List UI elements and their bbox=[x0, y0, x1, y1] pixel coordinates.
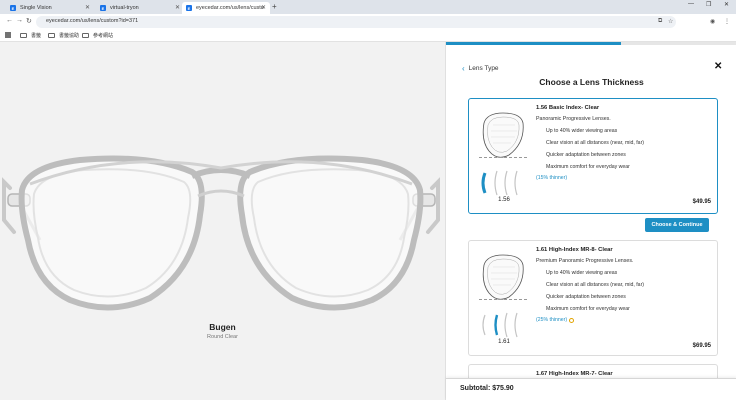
tab-label: Single Vision bbox=[20, 5, 52, 11]
close-panel-button[interactable]: ✕ bbox=[714, 61, 722, 72]
back-label: Lens Type bbox=[468, 65, 499, 72]
folder-icon bbox=[82, 33, 89, 38]
feature-item: Maximum comfort for everyday wear bbox=[546, 306, 630, 312]
close-window-icon[interactable]: ✕ bbox=[724, 1, 729, 8]
product-subtitle: Round Clear bbox=[207, 334, 238, 340]
tab-label: virtual-tryon bbox=[110, 5, 139, 11]
site-favicon-icon: E bbox=[100, 5, 106, 11]
browser-tab-virtual-tryon[interactable]: E virtual-tryon ✕ bbox=[96, 2, 184, 14]
info-icon[interactable] bbox=[569, 317, 575, 323]
bookmark-label: 書籤協助 bbox=[59, 33, 80, 39]
thinner-note: (25% thinner) bbox=[536, 317, 716, 323]
feature-item: Up to 40% wider viewing areas bbox=[546, 128, 618, 134]
lens-option-card-1-61[interactable]: 1.61 1.61 High-Index MR-8- Clear Premium… bbox=[468, 240, 718, 356]
reload-icon[interactable]: ↻ bbox=[26, 17, 32, 25]
divider-line bbox=[479, 157, 527, 158]
minimize-window-icon[interactable]: — bbox=[688, 1, 694, 7]
close-tab-icon[interactable]: ✕ bbox=[175, 4, 180, 11]
translate-icon[interactable]: ⧉ bbox=[658, 18, 662, 25]
feature-item: Maximum comfort for everyday wear bbox=[546, 164, 630, 170]
thinner-text: (15% thinner) bbox=[536, 175, 568, 181]
bookmark-folder-2[interactable]: 書籤協助 bbox=[48, 32, 79, 39]
lens-option-price: $49.95 bbox=[692, 199, 711, 205]
forward-arrow-icon[interactable]: → bbox=[16, 17, 23, 24]
folder-icon bbox=[20, 33, 27, 38]
browser-tab-bar: E Single Vision ✕ E virtual-tryon ✕ E ey… bbox=[0, 0, 736, 14]
bookmark-label: 書籤 bbox=[31, 33, 42, 39]
thickness-label: 1.61 bbox=[498, 339, 510, 345]
site-favicon-icon: E bbox=[186, 5, 192, 11]
feature-item: Up to 40% wider viewing areas bbox=[546, 270, 618, 276]
lens-option-subtitle: Premium Panoramic Progressive Lenses. bbox=[536, 258, 634, 264]
site-favicon-icon: E bbox=[10, 5, 16, 11]
folder-icon bbox=[48, 33, 55, 38]
new-tab-button[interactable]: + bbox=[272, 2, 277, 11]
bookmarks-bar: 書籤 書籤協助 参考網站 bbox=[0, 30, 736, 42]
profile-avatar-icon[interactable]: ◉ bbox=[710, 18, 715, 25]
lens-option-price: $69.95 bbox=[692, 343, 711, 349]
choose-and-continue-button[interactable]: Choose & Continue bbox=[645, 218, 709, 232]
divider-line bbox=[479, 299, 527, 300]
panel-title: Choose a Lens Thickness bbox=[539, 77, 644, 87]
browser-tab-single-vision[interactable]: E Single Vision ✕ bbox=[6, 2, 94, 14]
address-bar-url: eyecedar.com/us/lens/custom?id=371 bbox=[46, 18, 139, 24]
lens-option-title: 1.56 Basic Index- Clear bbox=[536, 105, 600, 111]
more-menu-icon[interactable]: ⋮ bbox=[724, 18, 730, 25]
feature-item: Clear vision at all distances (near, mid… bbox=[546, 140, 645, 146]
bookmark-star-icon[interactable]: ☆ bbox=[668, 18, 673, 25]
thinner-note: (15% thinner) bbox=[536, 175, 716, 181]
apps-grid-icon[interactable] bbox=[5, 32, 11, 38]
feature-item: Clear vision at all distances (near, mid… bbox=[546, 282, 645, 288]
lens-option-title: 1.67 High-Index MR-7- Clear bbox=[536, 371, 613, 377]
tab-label: eyecedar.com/us/lens/custo bbox=[196, 5, 264, 11]
address-bar[interactable]: eyecedar.com/us/lens/custom?id=371 ⧉ ☆ bbox=[36, 16, 676, 28]
lens-shape-icon bbox=[482, 254, 524, 338]
progress-bar bbox=[446, 42, 736, 45]
product-name: Bugen bbox=[209, 322, 236, 332]
bookmark-label: 参考網站 bbox=[93, 33, 114, 39]
lens-options-panel: ‹ Lens Type ✕ Choose a Lens Thickness 1.… bbox=[445, 42, 736, 400]
back-arrow-icon[interactable]: ← bbox=[6, 17, 13, 24]
close-tab-icon[interactable]: ✕ bbox=[85, 4, 90, 11]
lens-option-title: 1.61 High-Index MR-8- Clear bbox=[536, 247, 613, 253]
thickness-label: 1.56 bbox=[498, 197, 510, 203]
browser-tab-active[interactable]: E eyecedar.com/us/lens/custo ✕ bbox=[182, 2, 270, 14]
bookmark-folder-3[interactable]: 参考網站 bbox=[82, 32, 113, 39]
back-to-lens-type-link[interactable]: ‹ Lens Type bbox=[462, 64, 499, 73]
feature-item: Quicker adaptation between zones bbox=[546, 152, 626, 158]
lens-shape-icon bbox=[481, 112, 524, 196]
subtotal-text: Subtotal: $75.90 bbox=[460, 385, 514, 392]
maximize-window-icon[interactable]: ❐ bbox=[706, 1, 711, 8]
progress-bar-fill bbox=[446, 42, 621, 45]
feature-item: Quicker adaptation between zones bbox=[546, 294, 626, 300]
browser-toolbar: ← → ↻ eyecedar.com/us/lens/custom?id=371… bbox=[0, 14, 736, 30]
eyeglasses-image bbox=[2, 155, 440, 311]
lens-option-info: 1.56 Basic Index- Clear Panoramic Progre… bbox=[536, 105, 716, 181]
subtotal-bar: Subtotal: $75.90 bbox=[446, 378, 736, 400]
lens-option-info: 1.61 High-Index MR-8- Clear Premium Pano… bbox=[536, 247, 716, 323]
lens-option-subtitle: Panoramic Progressive Lenses. bbox=[536, 116, 611, 122]
bookmark-folder-1[interactable]: 書籤 bbox=[20, 32, 41, 39]
thinner-text: (25% thinner) bbox=[536, 317, 568, 323]
chevron-left-icon: ‹ bbox=[462, 64, 465, 73]
close-tab-icon[interactable]: ✕ bbox=[261, 4, 266, 11]
lens-option-card-1-56[interactable]: 1.56 1.56 Basic Index- Clear Panoramic P… bbox=[468, 98, 718, 214]
product-preview: Bugen Round Clear bbox=[0, 42, 445, 400]
